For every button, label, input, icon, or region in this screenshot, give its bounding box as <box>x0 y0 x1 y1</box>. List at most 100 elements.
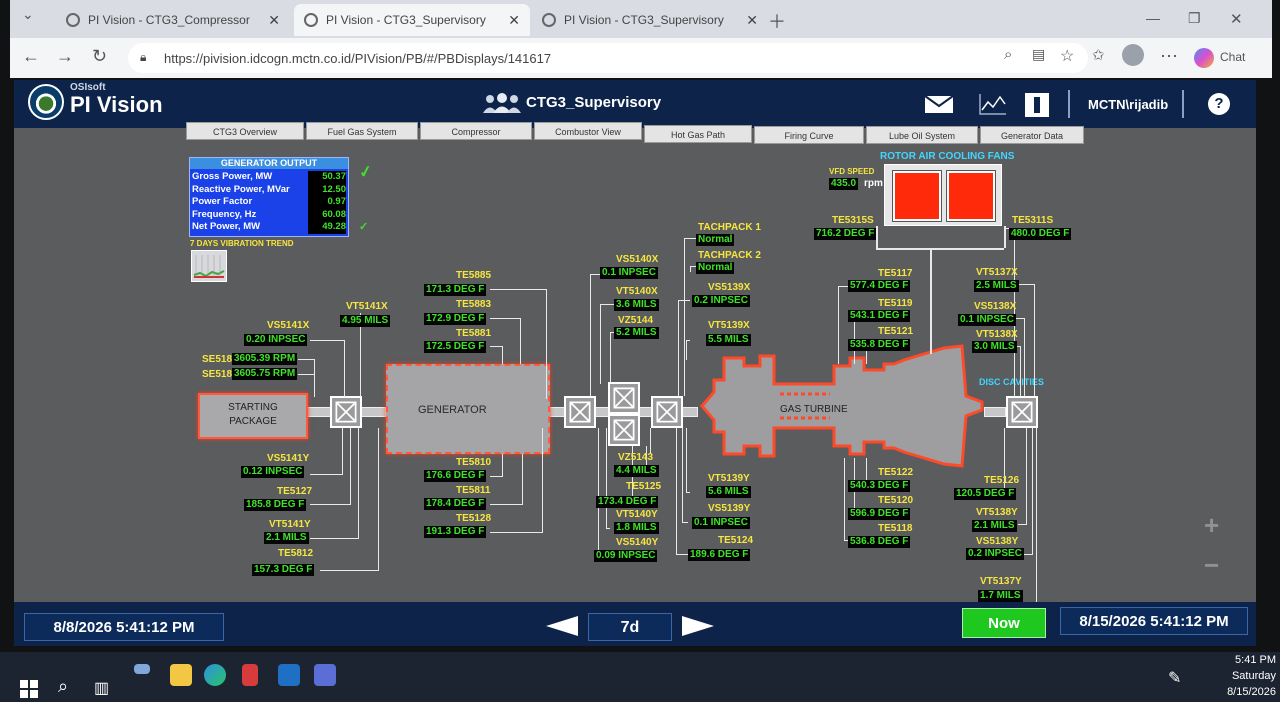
zoom-in-icon[interactable]: + <box>1204 510 1219 541</box>
starting-package[interactable]: STARTING PACKAGE <box>198 393 308 439</box>
url-field[interactable]: 🔒︎ https://pivision.idcogn.mctn.co.id/PI… <box>128 43 1088 73</box>
tag-value[interactable]: 0.2 INPSEC <box>692 295 750 307</box>
tag-value[interactable]: 5.6 MILS <box>706 486 751 498</box>
minimize-icon[interactable]: — <box>1146 10 1160 26</box>
duration-field[interactable]: 7d <box>588 613 672 641</box>
help-icon[interactable]: ? <box>1208 93 1230 115</box>
tag-value[interactable]: 535.8 DEG F <box>848 339 911 351</box>
start-time-field[interactable]: 8/8/2026 5:41:12 PM <box>24 613 224 641</box>
close-window-icon[interactable]: ✕ <box>1230 10 1243 28</box>
end-time-field[interactable]: 8/15/2026 5:41:12 PM <box>1060 607 1248 635</box>
app-icon[interactable] <box>242 664 258 686</box>
zoom-out-icon[interactable]: − <box>1204 550 1219 581</box>
nav-tab[interactable]: Combustor View <box>534 122 642 140</box>
zoom-icon[interactable]: ⌕ <box>1004 46 1012 63</box>
copilot-icon[interactable] <box>1194 48 1214 68</box>
tag-value[interactable]: 120.5 DEG F <box>954 488 1017 500</box>
reader-icon[interactable]: ▤ <box>1032 46 1045 63</box>
tag-value[interactable]: 543.1 DEG F <box>848 310 911 322</box>
nav-tab[interactable]: CTG3 Overview <box>186 122 304 140</box>
chat-label[interactable]: Chat <box>1220 50 1245 64</box>
browser-tab[interactable]: PI Vision - CTG3_Supervisory ✕ <box>532 4 768 36</box>
tag-value[interactable]: 1.7 MILS <box>978 590 1023 602</box>
nav-tab[interactable]: Fuel Gas System <box>306 122 418 140</box>
tag-value[interactable]: 172.5 DEG F <box>424 341 487 353</box>
nav-tab[interactable]: Generator Data <box>980 126 1084 144</box>
tag-value[interactable]: 716.2 DEG F <box>814 228 877 240</box>
tag-value[interactable]: 0.1 INPSEC <box>600 267 658 279</box>
profile-avatar[interactable] <box>1122 44 1144 66</box>
nav-tab[interactable]: Hot Gas Path <box>644 125 752 143</box>
tag-value[interactable]: 3.6 MILS <box>614 299 659 311</box>
generator[interactable]: GENERATOR <box>386 364 550 454</box>
tag-value[interactable]: 480.0 DEG F <box>1009 228 1072 240</box>
app-icon[interactable] <box>134 664 150 674</box>
nav-tab[interactable]: Lube Oil System <box>866 126 978 144</box>
tag-value[interactable]: 157.3 DEG F <box>252 564 315 576</box>
file-explorer-icon[interactable] <box>170 664 192 686</box>
tag-value[interactable]: 185.8 DEG F <box>244 499 307 511</box>
tag-value[interactable]: 189.6 DEG F <box>688 549 751 561</box>
close-tab-icon[interactable]: ✕ <box>508 12 520 29</box>
tag-value[interactable]: 577.4 DEG F <box>848 280 911 292</box>
windows-start-icon[interactable] <box>20 680 38 698</box>
tag-value[interactable]: 0.20 INPSEC <box>244 334 308 346</box>
edge-icon[interactable] <box>204 664 226 686</box>
tag-value[interactable]: 536.8 DEG F <box>848 536 911 548</box>
tag-value[interactable]: 0.09 INPSEC <box>594 550 658 562</box>
clock[interactable]: 5:41 PM Saturday 8/15/2026 <box>1196 652 1276 700</box>
tag-value[interactable]: 191.3 DEG F <box>424 526 487 538</box>
browser-tab[interactable]: PI Vision - CTG3_Compressor ✕ <box>56 4 290 36</box>
tag-value[interactable]: Normal <box>696 234 735 246</box>
close-tab-icon[interactable]: ✕ <box>268 12 280 29</box>
tag-value[interactable]: 4.4 MILS <box>614 465 659 477</box>
back-icon[interactable]: ← <box>22 46 40 67</box>
tag-value[interactable]: 5.2 MILS <box>614 327 659 339</box>
search-icon[interactable]: ⌕ <box>58 676 68 697</box>
tab-list-icon[interactable]: ⌄ <box>22 6 34 23</box>
tag-value[interactable]: 176.6 DEG F <box>424 470 487 482</box>
tag-value[interactable]: 0.1 INPSEC <box>958 314 1016 326</box>
tag-value[interactable]: 173.4 DEG F <box>596 496 659 508</box>
favorite-star-icon[interactable]: ☆ <box>1060 46 1074 66</box>
teams-icon[interactable] <box>314 664 336 686</box>
tag-value[interactable]: 596.9 DEG F <box>848 508 911 520</box>
new-tab-icon[interactable]: ＋ <box>768 8 786 34</box>
close-tab-icon[interactable]: ✕ <box>746 12 758 29</box>
tag-value[interactable]: 0.12 INPSEC <box>241 466 305 478</box>
tag-value[interactable]: 2.1 MILS <box>972 520 1017 532</box>
tag-value[interactable]: 2.1 MILS <box>264 532 309 544</box>
browser-tab-active[interactable]: PI Vision - CTG3_Supervisory ✕ <box>294 4 530 36</box>
outlook-icon[interactable] <box>278 664 300 686</box>
tag-value[interactable]: 540.3 DEG F <box>848 480 911 492</box>
tag-value[interactable]: 0.1 INPSEC <box>692 517 750 529</box>
nav-tab[interactable]: Compressor <box>420 122 532 140</box>
mail-icon[interactable] <box>924 92 954 116</box>
previous-arrow-icon[interactable] <box>544 614 580 638</box>
favorites-icon[interactable]: ✩ <box>1092 46 1105 64</box>
tag-value[interactable]: 3.0 MILS <box>972 341 1017 353</box>
nav-tab[interactable]: Firing Curve <box>754 126 864 144</box>
next-arrow-icon[interactable] <box>680 614 716 638</box>
user-name[interactable]: MCTN\rijadib <box>1088 97 1168 112</box>
tag-value[interactable]: 4.95 MILS <box>340 315 391 327</box>
tag-value[interactable]: 3605.75 RPM <box>232 368 298 380</box>
now-button[interactable]: Now <box>962 608 1046 638</box>
tag-value[interactable]: 3605.39 RPM <box>232 353 298 365</box>
pen-icon[interactable]: ✎ <box>1168 668 1181 688</box>
rotor-fans[interactable] <box>884 164 1002 226</box>
trend-icon[interactable] <box>978 92 1008 116</box>
tag-value[interactable]: Normal <box>696 262 735 274</box>
tag-value[interactable]: 178.4 DEG F <box>424 498 487 510</box>
tag-value[interactable]: 2.5 MILS <box>974 280 1019 292</box>
more-icon[interactable]: ⋯ <box>1160 46 1178 67</box>
task-view-icon[interactable]: ▥ <box>94 678 109 698</box>
vibration-trend-thumbnail[interactable] <box>191 250 227 282</box>
restore-icon[interactable]: ❐ <box>1188 10 1201 27</box>
tag-value[interactable]: 171.3 DEG F <box>424 284 487 296</box>
forward-icon[interactable]: → <box>56 46 74 67</box>
tag-value[interactable]: 5.5 MILS <box>706 334 751 346</box>
tag-value[interactable]: 0.2 INPSEC <box>966 548 1024 560</box>
alert-icon[interactable] <box>1024 92 1050 118</box>
refresh-icon[interactable]: ↻ <box>92 46 107 67</box>
